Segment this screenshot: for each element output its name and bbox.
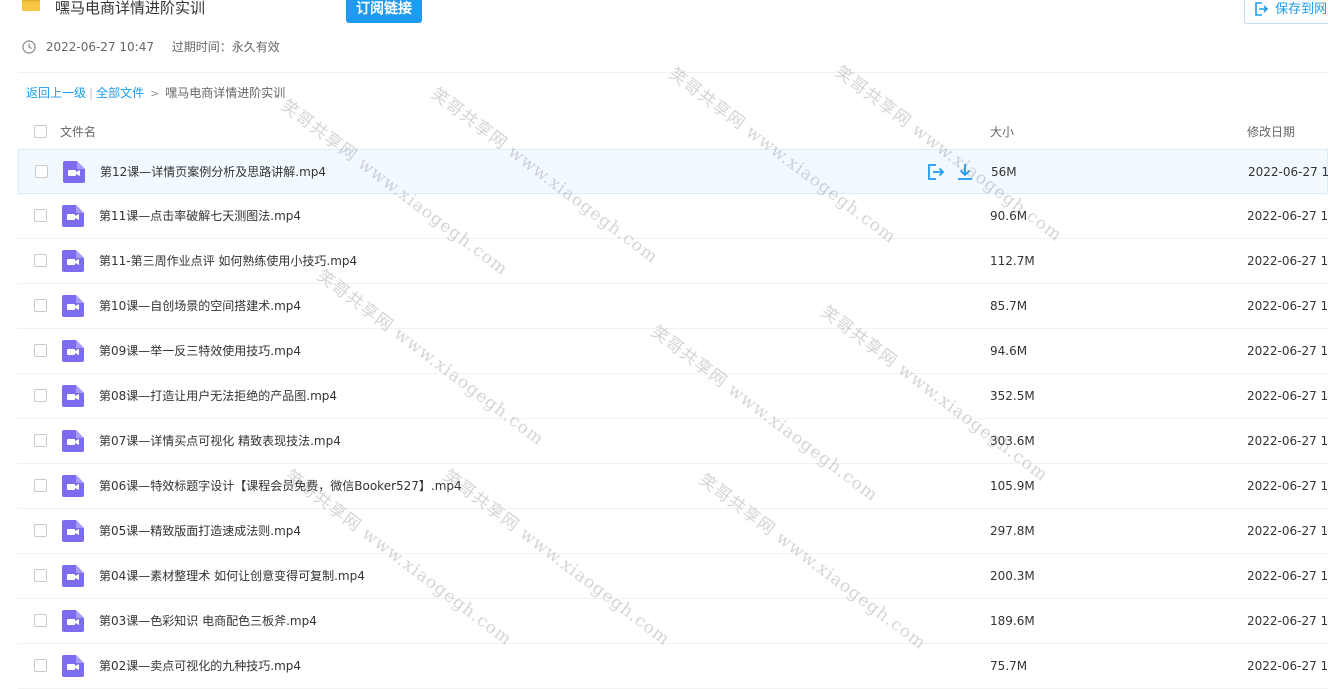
file-size: 297.8M bbox=[990, 524, 1035, 538]
file-row[interactable]: 第11课—点击率破解七天测图法.mp4 90.6M 2022-06-27 10:47 bbox=[18, 194, 1328, 239]
file-name[interactable]: 第09课—举一反三特效使用技巧.mp4 bbox=[99, 343, 301, 359]
file-name[interactable]: 第12课—详情页案例分析及思路讲解.mp4 bbox=[100, 164, 326, 180]
video-file-icon bbox=[62, 295, 84, 317]
file-name[interactable]: 第07课—详情买点可视化 精致表现技法.mp4 bbox=[99, 433, 341, 449]
file-name[interactable]: 第02课—卖点可视化的九种技巧.mp4 bbox=[99, 658, 301, 674]
video-file-icon bbox=[62, 340, 84, 362]
file-name[interactable]: 第11课—点击率破解七天测图法.mp4 bbox=[99, 208, 301, 224]
file-name[interactable]: 第06课—特效标题字设计【课程会员免费，微信Booker527】.mp4 bbox=[99, 478, 462, 494]
file-checkbox[interactable] bbox=[34, 569, 47, 582]
share-title: 嘿马电商详情进阶实训 bbox=[55, 0, 206, 17]
file-size: 112.7M bbox=[990, 254, 1035, 268]
subscribe-link-button[interactable]: 订阅链接 bbox=[346, 0, 422, 23]
file-checkbox[interactable] bbox=[34, 524, 47, 537]
share-header: 嘿马电商详情进阶实训 订阅链接 保存到网盘 2022-06-27 10:47 过… bbox=[0, 0, 1328, 72]
clock-icon bbox=[22, 40, 36, 54]
file-name[interactable]: 第11-第三周作业点评 如何熟练使用小技巧.mp4 bbox=[99, 253, 357, 269]
file-checkbox[interactable] bbox=[34, 614, 47, 627]
file-name[interactable]: 第05课—精致版面打造速成法则.mp4 bbox=[99, 523, 301, 539]
row-actions bbox=[925, 162, 985, 184]
video-file-icon bbox=[62, 250, 84, 272]
file-modified-date: 2022-06-27 10:47 bbox=[1247, 299, 1328, 313]
select-all-checkbox[interactable] bbox=[34, 125, 47, 138]
file-size: 105.9M bbox=[990, 479, 1035, 493]
video-file-icon bbox=[62, 520, 84, 542]
file-name[interactable]: 第10课—自创场景的空间搭建术.mp4 bbox=[99, 298, 301, 314]
file-size: 56M bbox=[991, 165, 1017, 179]
header-divider bbox=[18, 72, 1328, 73]
video-file-icon bbox=[62, 475, 84, 497]
file-name[interactable]: 第03课—色彩知识 电商配色三板斧.mp4 bbox=[99, 613, 317, 629]
file-modified-date: 2022-06-27 10:47 bbox=[1247, 524, 1328, 538]
file-size: 352.5M bbox=[990, 389, 1035, 403]
share-meta: 2022-06-27 10:47 过期时间：永久有效 bbox=[22, 39, 280, 55]
column-header-name[interactable]: 文件名 bbox=[60, 123, 96, 140]
file-name[interactable]: 第04课—素材整理术 如何让创意变得可复制.mp4 bbox=[99, 568, 365, 584]
file-row[interactable]: 第09课—举一反三特效使用技巧.mp4 94.6M 2022-06-27 10:47 bbox=[18, 329, 1328, 374]
breadcrumb: 返回上一级 | 全部文件 > 嘿马电商详情进阶实训 bbox=[26, 85, 285, 102]
file-checkbox[interactable] bbox=[34, 344, 47, 357]
file-checkbox[interactable] bbox=[34, 209, 47, 222]
folder-icon bbox=[22, 0, 40, 11]
breadcrumb-all-files-link[interactable]: 全部文件 bbox=[96, 86, 144, 100]
share-date: 2022-06-27 10:47 bbox=[45, 40, 154, 54]
file-modified-date: 2022-06-27 10:47 bbox=[1247, 434, 1328, 448]
file-modified-date: 2022-06-27 10:47 bbox=[1247, 659, 1328, 673]
file-modified-date: 2022-06-27 10:47 bbox=[1247, 344, 1328, 358]
file-modified-date: 2022-06-27 10:47 bbox=[1247, 209, 1328, 223]
breadcrumb-separator: | bbox=[89, 86, 94, 100]
video-file-icon bbox=[62, 430, 84, 452]
file-size: 94.6M bbox=[990, 344, 1028, 358]
file-checkbox[interactable] bbox=[34, 254, 47, 267]
file-list-header: 文件名 大小 修改日期 bbox=[18, 112, 1328, 148]
download-icon[interactable] bbox=[955, 162, 975, 185]
column-header-size[interactable]: 大小 bbox=[990, 123, 1014, 140]
file-row[interactable]: 第12课—详情页案例分析及思路讲解.mp4 56M 2022-06-27 10:47 bbox=[18, 149, 1328, 194]
file-checkbox[interactable] bbox=[34, 659, 47, 672]
file-row[interactable]: 第04课—素材整理术 如何让创意变得可复制.mp4 200.3M 2022-06-2… bbox=[18, 554, 1328, 599]
file-checkbox[interactable] bbox=[34, 434, 47, 447]
breadcrumb-arrow: > bbox=[150, 87, 160, 100]
save-to-cloud-label: 保存到网盘 bbox=[1275, 2, 1328, 17]
breadcrumb-current: 嘿马电商详情进阶实训 bbox=[165, 86, 286, 100]
save-to-cloud-icon bbox=[1255, 2, 1269, 16]
file-row[interactable]: 第03课—色彩知识 电商配色三板斧.mp4 189.6M 2022-06-27 10… bbox=[18, 599, 1328, 644]
file-modified-date: 2022-06-27 10:47 bbox=[1247, 389, 1328, 403]
video-file-icon bbox=[62, 565, 84, 587]
file-row[interactable]: 第11-第三周作业点评 如何熟练使用小技巧.mp4 112.7M 2022-06-2… bbox=[18, 239, 1328, 284]
file-row[interactable]: 第10课—自创场景的空间搭建术.mp4 85.7M 2022-06-27 10:47 bbox=[18, 284, 1328, 329]
file-size: 85.7M bbox=[990, 299, 1028, 313]
file-row[interactable]: 第05课—精致版面打造速成法则.mp4 297.8M 2022-06-27 10:4… bbox=[18, 509, 1328, 554]
file-checkbox[interactable] bbox=[35, 165, 48, 178]
file-list: 第12课—详情页案例分析及思路讲解.mp4 56M 2022-06-27 10:47… bbox=[18, 149, 1328, 689]
video-file-icon bbox=[63, 161, 85, 183]
video-file-icon bbox=[62, 655, 84, 677]
file-size: 90.6M bbox=[990, 209, 1028, 223]
file-size: 75.7M bbox=[990, 659, 1028, 673]
file-modified-date: 2022-06-27 10:47 bbox=[1247, 569, 1328, 583]
file-size: 200.3M bbox=[990, 569, 1035, 583]
file-modified-date: 2022-06-27 10:47 bbox=[1247, 614, 1328, 628]
file-checkbox[interactable] bbox=[34, 389, 47, 402]
video-file-icon bbox=[62, 205, 84, 227]
save-to-cloud-icon[interactable] bbox=[925, 162, 945, 185]
file-modified-date: 2022-06-27 10:47 bbox=[1247, 254, 1328, 268]
expire-time: 过期时间：永久有效 bbox=[171, 40, 280, 54]
file-checkbox[interactable] bbox=[34, 479, 47, 492]
file-row[interactable]: 第07课—详情买点可视化 精致表现技法.mp4 303.6M 2022-06-27 … bbox=[18, 419, 1328, 464]
save-to-cloud-button[interactable]: 保存到网盘 bbox=[1244, 0, 1328, 24]
file-size: 189.6M bbox=[990, 614, 1035, 628]
file-name[interactable]: 第08课—打造让用户无法拒绝的产品图.mp4 bbox=[99, 388, 337, 404]
file-modified-date: 2022-06-27 10:47 bbox=[1247, 479, 1328, 493]
file-row[interactable]: 第08课—打造让用户无法拒绝的产品图.mp4 352.5M 2022-06-27 1… bbox=[18, 374, 1328, 419]
file-modified-date: 2022-06-27 10:47 bbox=[1248, 165, 1328, 179]
file-checkbox[interactable] bbox=[34, 299, 47, 312]
file-row[interactable]: 第06课—特效标题字设计【课程会员免费，微信Booker527】.mp4 105.… bbox=[18, 464, 1328, 509]
column-header-modified[interactable]: 修改日期 bbox=[1247, 123, 1295, 140]
video-file-icon bbox=[62, 610, 84, 632]
file-row[interactable]: 第02课—卖点可视化的九种技巧.mp4 75.7M 2022-06-27 10:47 bbox=[18, 644, 1328, 689]
video-file-icon bbox=[62, 385, 84, 407]
file-size: 303.6M bbox=[990, 434, 1035, 448]
breadcrumb-back-link[interactable]: 返回上一级 bbox=[26, 86, 86, 100]
